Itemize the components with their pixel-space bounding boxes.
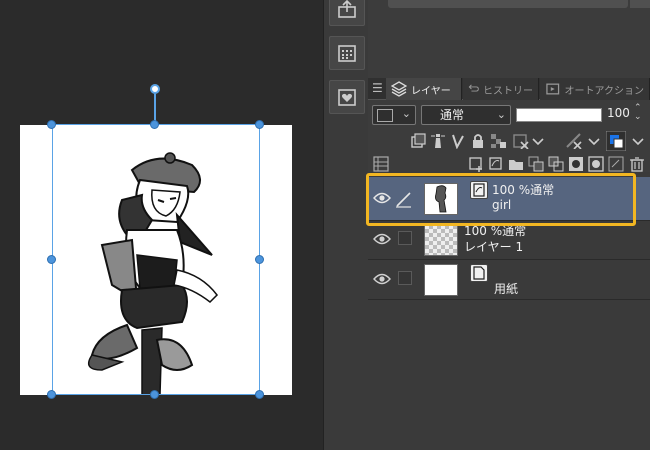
lock-layer-button[interactable] — [470, 133, 486, 149]
chevron-down-icon — [632, 138, 644, 146]
reference-layer-button[interactable] — [430, 133, 446, 149]
ruler-icon — [566, 133, 582, 150]
blend-row: ⌄ 通常 ⌄ 100 ⌃ ⌄ — [368, 103, 650, 127]
layer-color-button[interactable] — [605, 130, 627, 152]
mask-dropdown[interactable] — [530, 133, 546, 149]
delete-layer-button[interactable] — [629, 156, 645, 172]
canvas-area[interactable] — [0, 0, 323, 450]
handle-bottom-center[interactable] — [150, 390, 159, 399]
tab-layer[interactable]: レイヤー — [386, 78, 462, 100]
transfer-down-icon — [528, 156, 544, 172]
blend-mode-select[interactable]: 通常 ⌄ — [421, 105, 511, 125]
chevron-down-icon: ⌄ — [401, 107, 411, 120]
layer-name: 用紙 — [494, 282, 519, 296]
ruler-dropdown[interactable] — [586, 133, 602, 149]
edit-lock-cell[interactable] — [398, 271, 412, 285]
lock-transparency-button[interactable] — [490, 133, 506, 149]
history-icon — [468, 84, 479, 92]
opacity-value[interactable]: 100 — [607, 106, 630, 120]
eye-icon[interactable] — [373, 272, 391, 286]
apply-mask-button[interactable] — [588, 156, 604, 172]
auto-action-icon — [546, 83, 560, 95]
lock-icon — [473, 134, 483, 148]
opacity-spinner[interactable]: ⌃ ⌄ — [634, 104, 642, 122]
transfer-down-button[interactable] — [528, 156, 544, 172]
tab-auto-action[interactable]: オートアクション — [540, 78, 650, 100]
export-panel-button[interactable] — [329, 0, 365, 26]
panel-menu-icon[interactable]: ☰ — [372, 81, 383, 95]
tab-history-label: ヒストリー — [483, 85, 533, 97]
eye-icon[interactable] — [373, 232, 391, 246]
handle-top-left[interactable] — [47, 120, 56, 129]
lighthouse-icon — [431, 134, 445, 148]
delete-layer-mask-button[interactable] — [608, 156, 624, 172]
draft-check-icon — [452, 134, 464, 150]
mask-layer-button[interactable] — [568, 156, 584, 172]
new-raster-layer-button[interactable] — [468, 156, 484, 172]
panel-tab-row: ☰ レイヤー ヒストリー オートアクション — [368, 78, 650, 100]
layer-color-swatch — [377, 109, 393, 122]
mask-icon — [513, 134, 529, 150]
side-toolbar — [323, 0, 368, 450]
handle-middle-right[interactable] — [255, 255, 264, 264]
handle-bottom-right[interactable] — [255, 390, 264, 399]
layer-row-paper[interactable]: 用紙 — [368, 260, 650, 300]
clip-below-button[interactable] — [410, 133, 426, 149]
paper-layer-type-icon — [470, 264, 488, 282]
layer-list-view-button[interactable] — [373, 156, 389, 172]
layer-color-dropdown[interactable]: ⌄ — [372, 105, 416, 125]
list-view-icon — [373, 156, 389, 172]
favorites-panel-button[interactable] — [329, 80, 365, 114]
opacity-slider-fill — [517, 109, 601, 121]
merge-down-button[interactable] — [548, 156, 564, 172]
chevron-down-icon — [588, 138, 600, 146]
layer-row-layer1[interactable]: 100 %通常 レイヤー 1 — [368, 220, 650, 260]
draft-layer-button[interactable] — [450, 133, 466, 150]
layer-thumbnail-paper — [424, 264, 458, 296]
selected-layer-highlight — [366, 173, 636, 226]
panel-top-bar — [388, 0, 628, 8]
transform-bounding-box[interactable] — [52, 124, 260, 395]
layers-icon — [391, 81, 407, 97]
edit-lock-cell[interactable] — [398, 231, 412, 245]
ruler-enable-button[interactable] — [566, 133, 582, 150]
chevron-down-icon — [532, 138, 544, 146]
grid-calendar-icon — [338, 45, 356, 62]
mask-enable-button[interactable] — [513, 133, 529, 150]
clip-icon — [411, 133, 426, 148]
new-layer-icon — [469, 157, 482, 172]
rotate-handle[interactable] — [150, 84, 160, 94]
layer-property-toolbar — [368, 130, 650, 152]
new-vector-layer-button[interactable] — [488, 156, 504, 172]
layer-name: レイヤー 1 — [464, 240, 524, 254]
new-vector-layer-icon — [489, 157, 502, 170]
handle-top-right[interactable] — [255, 120, 264, 129]
blend-mode-value: 通常 — [440, 108, 465, 122]
panel-top-bar-right — [630, 0, 650, 8]
tab-layer-label: レイヤー — [411, 85, 451, 97]
handle-top-center[interactable] — [150, 120, 159, 129]
tab-auto-action-label: オートアクション — [564, 85, 645, 97]
export-icon — [338, 0, 356, 18]
new-folder-button[interactable] — [508, 156, 524, 172]
delete-mask-icon — [608, 156, 624, 172]
transparency-lock-icon — [491, 134, 506, 148]
chevron-down-icon: ⌄ — [496, 108, 506, 121]
tab-history[interactable]: ヒストリー — [463, 78, 539, 100]
opacity-slider[interactable] — [516, 108, 602, 122]
layer-color-dropdown-2[interactable] — [630, 133, 646, 149]
grid-panel-button[interactable] — [329, 36, 365, 70]
apply-mask-icon — [588, 156, 604, 172]
handle-middle-left[interactable] — [47, 255, 56, 264]
heart-folder-icon — [338, 89, 356, 106]
layer-thumbnail-layer1 — [424, 224, 458, 256]
trash-icon — [630, 157, 644, 172]
handle-bottom-left[interactable] — [47, 390, 56, 399]
mask-create-icon — [569, 157, 583, 171]
folder-icon — [509, 160, 523, 170]
color-swap-icon — [605, 130, 627, 152]
merge-down-icon — [548, 156, 564, 172]
